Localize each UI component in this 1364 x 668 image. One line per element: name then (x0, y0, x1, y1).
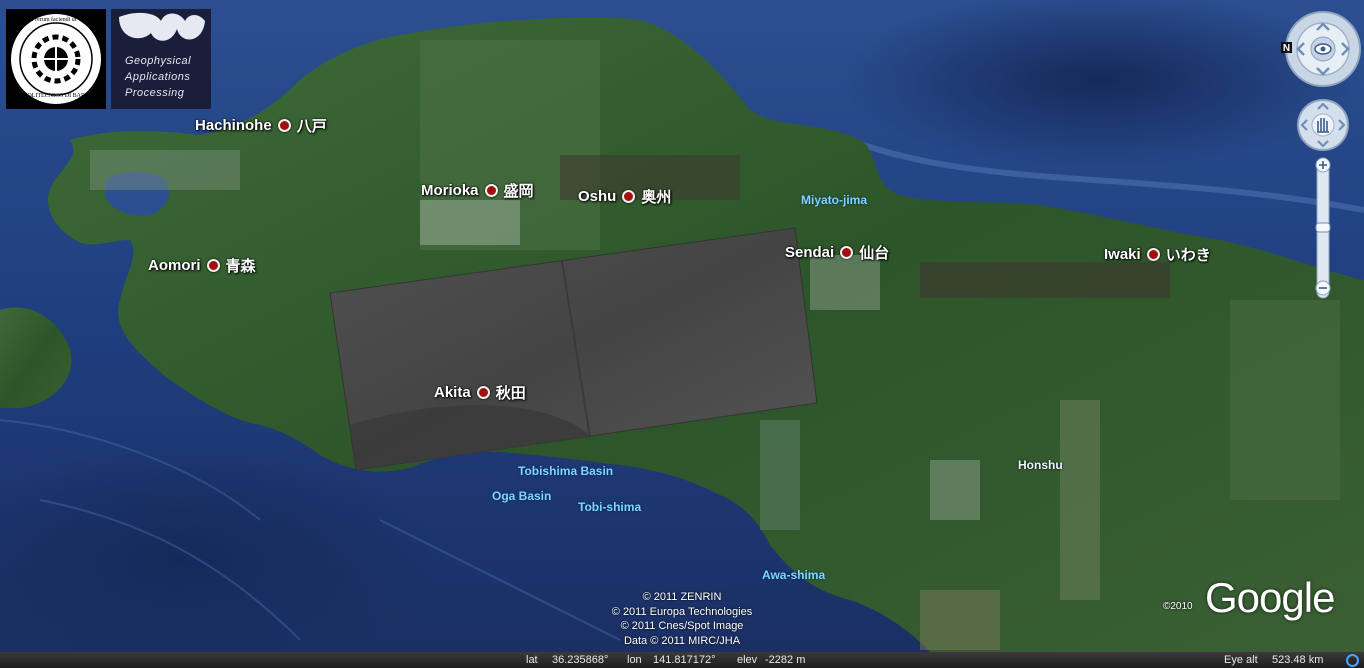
place-native-name: 八戸 (296, 118, 327, 135)
eye-alt-value: 523.48 km (1272, 654, 1324, 666)
eye-alt-label: Eye alt (1224, 654, 1258, 666)
place-marker-icon[interactable] (277, 119, 291, 132)
terrain-patch (90, 150, 240, 190)
place-native-name: 奥州 (641, 189, 672, 206)
place-aomori[interactable]: Aomori 青森 (148, 255, 256, 276)
terrain-patch (760, 420, 800, 530)
place-name: Iwaki (1104, 246, 1141, 263)
credit-line: © 2011 Cnes/Spot Image (620, 620, 744, 632)
terrain-patch (920, 262, 1170, 298)
navigation-controls: N (1280, 8, 1364, 308)
place-morioka[interactable]: Morioka 盛岡 (421, 180, 534, 201)
move-joystick[interactable] (1297, 99, 1349, 151)
logo-ring-text: de rerum faciendi ut (28, 17, 77, 23)
imagery-year: ©2010 (1163, 601, 1193, 612)
place-akita[interactable]: Akita 秋田 (434, 382, 526, 403)
zoom-slider-thumb[interactable] (1315, 222, 1331, 233)
place-marker-icon[interactable] (206, 259, 220, 272)
label-miyato-jima: Miyato-jima (801, 193, 868, 207)
place-marker-icon[interactable] (622, 190, 636, 203)
google-logo: Google (1205, 574, 1335, 621)
streaming-indicator-icon (1346, 654, 1359, 667)
lon-label: lon (627, 654, 642, 666)
credit-line: © 2011 ZENRIN (642, 591, 722, 603)
terrain-patch (920, 590, 1000, 650)
terrain-patch (420, 200, 520, 245)
label-oga-basin: Oga Basin (492, 489, 552, 503)
place-native-name: いわき (1165, 247, 1211, 264)
north-up-button[interactable]: N (1281, 42, 1292, 54)
logo-line-2: Applications (125, 71, 191, 83)
place-native-name: 仙台 (859, 245, 890, 262)
place-name: Hachinohe (195, 117, 272, 134)
gap-logo-text: Geophysical Applications Processing (125, 53, 191, 101)
credit-line: Data © 2011 MIRC/JHA (623, 634, 741, 647)
elev-value: -2282 m (765, 654, 806, 666)
terrain-patch (810, 255, 880, 310)
place-sendai[interactable]: Sendai 仙台 (785, 242, 889, 263)
zoom-out-button[interactable] (1315, 280, 1331, 296)
place-oshu[interactable]: Oshu 奥州 (578, 186, 671, 207)
eye-icon (1314, 43, 1332, 55)
place-marker-icon[interactable] (484, 184, 498, 197)
terrain-patch (930, 460, 980, 520)
place-iwaki[interactable]: Iwaki いわき (1104, 244, 1211, 265)
place-name: Aomori (148, 257, 201, 274)
place-marker-icon[interactable] (476, 386, 490, 399)
place-name: Akita (434, 384, 471, 401)
north-label: N (1283, 43, 1290, 54)
lat-label: lat (526, 654, 538, 666)
place-native-name: 秋田 (495, 385, 526, 402)
zoom-in-button[interactable] (1315, 157, 1331, 173)
status-bar: lat 36.235868° lon 141.817172° elev -228… (0, 652, 1364, 668)
place-name: Oshu (578, 188, 617, 205)
gap-logo: Geophysical Applications Processing (111, 9, 211, 109)
logo-line-1: Geophysical (125, 55, 192, 67)
label-awa-shima: Awa-shima (762, 568, 826, 582)
place-marker-icon[interactable] (840, 246, 854, 259)
logo-line-3: Processing (125, 87, 185, 99)
terrain-patch (1230, 300, 1340, 500)
lon-value: 141.817172° (653, 654, 716, 666)
politecnico-logo: de rerum faciendi ut POLITECNICO DI BARI (6, 9, 106, 109)
lat-value: 36.235868° (552, 654, 609, 666)
place-name: Sendai (785, 244, 835, 261)
label-tobi-shima: Tobi-shima (578, 500, 642, 514)
gap-mark-icon (119, 12, 205, 41)
place-hachinohe[interactable]: Hachinohe 八戸 (195, 115, 327, 136)
place-native-name: 青森 (225, 258, 256, 275)
place-marker-icon[interactable] (1146, 248, 1160, 261)
place-native-name: 盛岡 (503, 183, 534, 200)
label-honshu: Honshu (1018, 458, 1063, 472)
terrain-patch (1060, 400, 1100, 600)
label-tobishima-basin: Tobishima Basin (518, 464, 614, 478)
place-name: Morioka (421, 182, 479, 199)
logo-bottom-text: POLITECNICO DI BARI (24, 93, 87, 99)
credit-line: © 2011 Europa Technologies (611, 605, 753, 618)
elev-label: elev (737, 654, 758, 666)
map-credits: © 2011 ZENRIN © 2011 Europa Technologies… (582, 590, 782, 648)
